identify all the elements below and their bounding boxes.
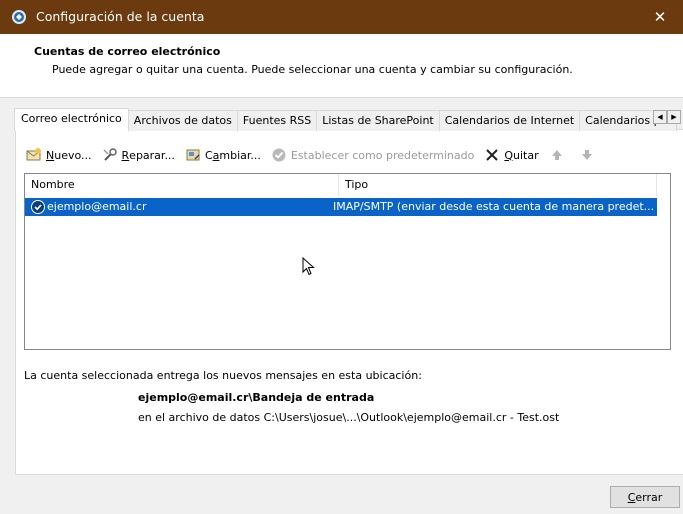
header-subtitle: Puede agregar o quitar una cuenta. Puede…: [52, 63, 573, 76]
remove-label: uitar: [513, 148, 539, 162]
delivery-data-file-path: en el archivo de datos C:\Users\josue\..…: [138, 411, 560, 424]
tab-scroll-right-icon[interactable]: ▶: [667, 110, 681, 124]
remove-accesskey: Q: [504, 148, 514, 162]
change-accesskey: a: [212, 148, 220, 162]
title-bar: Configuración de la cuenta ✕: [0, 0, 683, 34]
outlook-app-icon: [11, 9, 27, 25]
change-label-start: C: [204, 148, 213, 162]
tab-archivos-de-datos[interactable]: Archivos de datos: [127, 110, 238, 131]
delivery-folder: ejemplo@email.cr\Bandeja de entrada: [138, 391, 375, 404]
window-title: Configuración de la cuenta: [36, 9, 205, 24]
accounts-list[interactable]: Nombre Tipo ejemplo@email.cr IMAP/SMTP (…: [24, 173, 671, 350]
remove-button[interactable]: Quitar: [484, 147, 539, 163]
dialog-header: Cuentas de correo electrónico Puede agre…: [0, 34, 683, 98]
change-label: mbiar...: [219, 148, 261, 162]
repair-accesskey: R: [121, 148, 130, 162]
default-account-check-icon: [31, 200, 45, 214]
tab-correo-electronico[interactable]: Correo electrónico: [14, 108, 129, 131]
move-down-button[interactable]: [579, 147, 599, 163]
new-account-accesskey: N: [46, 148, 55, 162]
new-account-icon: [26, 147, 42, 163]
default-check-icon: [271, 147, 287, 163]
set-default-label: Establecer como predeterminado: [290, 148, 475, 162]
repair-label: eparar...: [129, 148, 175, 162]
close-label: errar: [635, 490, 663, 504]
tab-strip: Correo electrónico Archivos de datos Fue…: [14, 108, 677, 131]
down-arrow-icon: [579, 147, 595, 163]
delivery-location-label: La cuenta seleccionada entrega los nuevo…: [24, 369, 422, 382]
set-default-button[interactable]: Establecer como predeterminado: [271, 147, 474, 163]
tab-scroll-buttons: ◀ ▶: [653, 110, 681, 124]
repair-icon: [102, 147, 118, 163]
account-type: IMAP/SMTP (enviar desde esta cuenta de m…: [333, 200, 655, 213]
move-up-button[interactable]: [549, 147, 569, 163]
tab-listas-sharepoint[interactable]: Listas de SharePoint: [316, 110, 440, 131]
column-header-tipo[interactable]: Tipo: [339, 174, 657, 196]
close-accesskey: C: [627, 490, 636, 504]
up-arrow-icon: [549, 147, 565, 163]
tab-calendarios-internet[interactable]: Calendarios de Internet: [438, 110, 581, 131]
new-account-label: uevo...: [54, 148, 92, 162]
close-button[interactable]: Cerrar: [610, 486, 680, 508]
new-account-button[interactable]: Nuevo...: [26, 147, 92, 163]
repair-button[interactable]: Reparar...: [102, 147, 175, 163]
table-row[interactable]: ejemplo@email.cr IMAP/SMTP (enviar desde…: [25, 198, 657, 216]
header-title: Cuentas de correo electrónico: [34, 45, 221, 58]
account-name: ejemplo@email.cr: [47, 200, 147, 213]
close-window-icon[interactable]: ✕: [637, 0, 683, 34]
change-button[interactable]: Ca mbiar...: [185, 147, 261, 163]
account-settings-window: Configuración de la cuenta ✕ Cuentas de …: [0, 0, 683, 514]
remove-x-icon: [484, 147, 500, 163]
tab-fuentes-rss[interactable]: Fuentes RSS: [236, 110, 318, 131]
tab-scroll-left-icon[interactable]: ◀: [653, 110, 667, 124]
account-toolbar: Nuevo... Reparar... Ca mbiar... Establec…: [26, 144, 609, 166]
change-icon: [185, 147, 201, 163]
mouse-cursor-icon: [302, 256, 315, 279]
column-header-nombre[interactable]: Nombre: [25, 174, 339, 196]
